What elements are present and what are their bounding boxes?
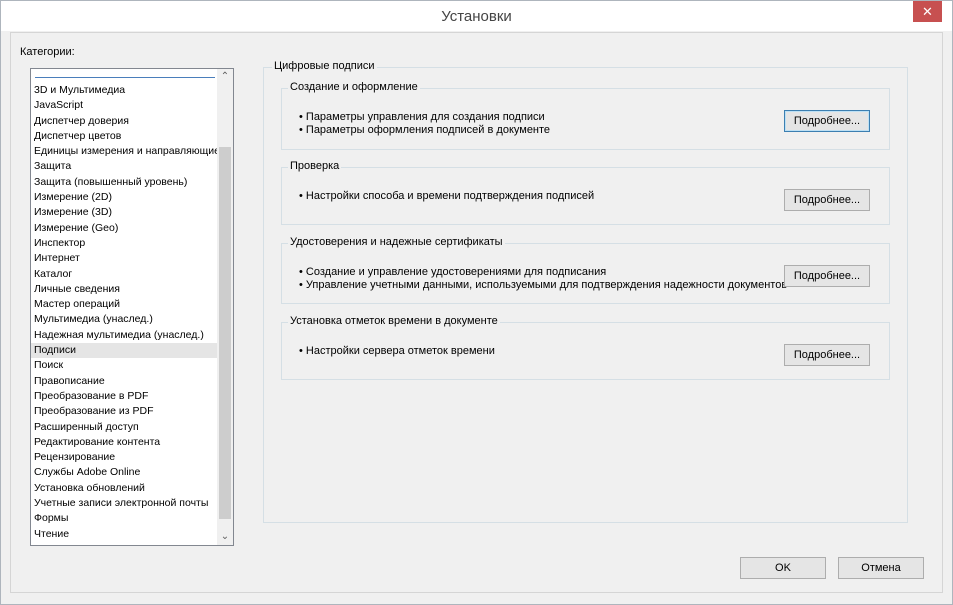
category-item[interactable]: Интернет <box>31 251 221 266</box>
category-item[interactable]: Надежная мультимедиа (унаслед.) <box>31 328 221 343</box>
verification-details-button[interactable]: Подробнее... <box>784 189 870 211</box>
category-item[interactable]: Измерение (Geo) <box>31 221 221 236</box>
category-item[interactable]: Измерение (3D) <box>31 205 221 220</box>
section-title-timestamp: Установка отметок времени в документе <box>288 315 500 327</box>
scroll-up-button[interactable]: ⌃ <box>217 69 233 85</box>
section-bullet: • Создание и управление удостоверениями … <box>299 266 607 278</box>
creation-details-button[interactable]: Подробнее... <box>784 110 870 132</box>
category-item[interactable]: Мастер операций <box>31 297 221 312</box>
category-item[interactable]: Инспектор <box>31 236 221 251</box>
section-title-verification: Проверка <box>288 160 342 172</box>
category-item[interactable]: Установка обновлений <box>31 481 221 496</box>
category-item[interactable]: Правописание <box>31 374 221 389</box>
list-separator <box>35 77 215 78</box>
group-title: Цифровые подписи <box>272 60 377 72</box>
category-item[interactable]: Измерение (2D) <box>31 190 221 205</box>
category-item[interactable]: Личные сведения <box>31 282 221 297</box>
category-item[interactable]: Мультимедиа (унаслед.) <box>31 312 221 327</box>
close-icon: ✕ <box>922 4 933 19</box>
category-item[interactable]: Единицы измерения и направляющие <box>31 144 221 159</box>
window-title: Установки <box>441 8 512 25</box>
category-item[interactable]: Расширенный доступ <box>31 420 221 435</box>
category-item[interactable]: Службы Adobe Online <box>31 465 221 480</box>
scroll-thumb[interactable] <box>219 147 231 519</box>
category-item[interactable]: Рецензирование <box>31 450 221 465</box>
category-item[interactable]: Каталог <box>31 267 221 282</box>
category-item[interactable]: Диспетчер цветов <box>31 129 221 144</box>
category-item[interactable]: 3D и Мультимедиа <box>31 83 221 98</box>
category-item[interactable]: Преобразование из PDF <box>31 404 221 419</box>
category-item[interactable]: Преобразование в PDF <box>31 389 221 404</box>
chevron-down-icon: ⌄ <box>220 531 230 542</box>
ok-button[interactable]: OK <box>740 557 826 579</box>
identities-details-button[interactable]: Подробнее... <box>784 265 870 287</box>
category-item[interactable]: Учетные записи электронной почты <box>31 496 221 511</box>
preferences-dialog: Установки ✕ Категории: 3D и Мультимедиа J… <box>0 0 953 605</box>
category-item[interactable]: Диспетчер доверия <box>31 114 221 129</box>
section-bullet: • Параметры оформления подписей в докуме… <box>299 124 551 136</box>
section-bullet: • Параметры управления для создания подп… <box>299 111 545 123</box>
close-button[interactable]: ✕ <box>913 1 942 22</box>
section-bullet: • Настройки сервера отметок времени <box>299 345 495 357</box>
section-bullet: • Управление учетными данными, используе… <box>299 279 788 291</box>
category-item[interactable]: Защита <box>31 159 221 174</box>
cancel-button[interactable]: Отмена <box>838 557 924 579</box>
section-bullet: • Настройки способа и времени подтвержде… <box>299 190 595 202</box>
chevron-up-icon: ⌃ <box>220 71 230 82</box>
categories-scrollbar[interactable]: ⌃ ⌄ <box>217 69 233 545</box>
category-item[interactable]: Подписи <box>31 343 221 359</box>
section-title-creation: Создание и оформление <box>288 81 420 93</box>
category-item[interactable]: Защита (повышенный уровень) <box>31 175 221 190</box>
categories-list[interactable]: 3D и Мультимедиа JavaScript Диспетчер дове… <box>30 68 234 546</box>
timestamp-details-button[interactable]: Подробнее... <box>784 344 870 366</box>
categories-label: Категории: <box>20 46 75 58</box>
category-item[interactable]: Поиск <box>31 358 221 373</box>
category-item[interactable]: Чтение <box>31 527 221 542</box>
category-item[interactable]: Редактирование контента <box>31 435 221 450</box>
section-title-identities: Удостоверения и надежные сертификаты <box>288 236 505 248</box>
category-item[interactable]: JavaScript <box>31 98 221 113</box>
category-item[interactable]: Формы <box>31 511 221 526</box>
scroll-down-button[interactable]: ⌄ <box>217 529 233 545</box>
title-bar: Установки ✕ <box>1 1 952 31</box>
categories-items: 3D и Мультимедиа JavaScript Диспетчер дове… <box>31 83 221 542</box>
